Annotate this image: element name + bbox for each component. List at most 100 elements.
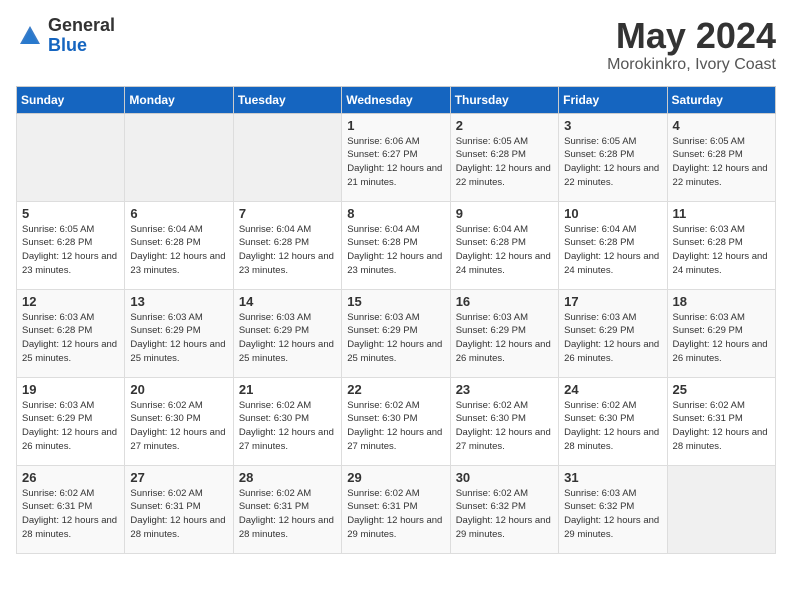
day-info: Sunrise: 6:03 AMSunset: 6:28 PMDaylight:… xyxy=(22,311,120,366)
calendar-cell: 31 Sunrise: 6:03 AMSunset: 6:32 PMDayligh… xyxy=(559,465,667,553)
day-info: Sunrise: 6:02 AMSunset: 6:32 PMDaylight:… xyxy=(456,487,554,542)
calendar-week-row: 5 Sunrise: 6:05 AMSunset: 6:28 PMDaylight… xyxy=(17,201,776,289)
calendar-cell: 16Sunrise: 6:03 AMSunset: 6:29 PMDayligh… xyxy=(450,289,558,377)
day-info: Sunrise: 6:03 AMSunset: 6:29 PMDaylight:… xyxy=(130,311,228,366)
logo-blue: Blue xyxy=(48,35,87,55)
day-info: Sunrise: 6:02 AMSunset: 6:30 PMDaylight:… xyxy=(564,399,662,454)
calendar-cell: 24 Sunrise: 6:02 AMSunset: 6:30 PMDayligh… xyxy=(559,377,667,465)
day-number: 27 xyxy=(130,470,228,485)
day-info: Sunrise: 6:03 AMSunset: 6:29 PMDaylight:… xyxy=(673,311,771,366)
calendar-week-row: 26 Sunrise: 6:02 AMSunset: 6:31 PMDayligh… xyxy=(17,465,776,553)
day-number: 2 xyxy=(456,118,554,133)
day-info: Sunrise: 6:02 AMSunset: 6:31 PMDaylight:… xyxy=(347,487,445,542)
day-number: 26 xyxy=(22,470,120,485)
calendar-cell: 17 Sunrise: 6:03 AMSunset: 6:29 PMDayligh… xyxy=(559,289,667,377)
day-number: 24 xyxy=(564,382,662,397)
day-number: 6 xyxy=(130,206,228,221)
calendar-cell: 5 Sunrise: 6:05 AMSunset: 6:28 PMDaylight… xyxy=(17,201,125,289)
calendar-week-row: 1 Sunrise: 6:06 AMSunset: 6:27 PMDaylight… xyxy=(17,113,776,201)
day-number: 19 xyxy=(22,382,120,397)
calendar-cell: 8Sunrise: 6:04 AMSunset: 6:28 PMDaylight… xyxy=(342,201,450,289)
weekday-header: Saturday xyxy=(667,86,775,113)
calendar-cell: 11Sunrise: 6:03 AMSunset: 6:28 PMDayligh… xyxy=(667,201,775,289)
calendar-cell: 2 Sunrise: 6:05 AMSunset: 6:28 PMDaylight… xyxy=(450,113,558,201)
calendar-cell: 19 Sunrise: 6:03 AMSunset: 6:29 PMDayligh… xyxy=(17,377,125,465)
logo: General Blue xyxy=(16,16,115,56)
day-number: 9 xyxy=(456,206,554,221)
calendar-cell: 29 Sunrise: 6:02 AMSunset: 6:31 PMDayligh… xyxy=(342,465,450,553)
day-info: Sunrise: 6:05 AMSunset: 6:28 PMDaylight:… xyxy=(22,223,120,278)
day-info: Sunrise: 6:04 AMSunset: 6:28 PMDaylight:… xyxy=(456,223,554,278)
day-number: 5 xyxy=(22,206,120,221)
calendar-cell: 23Sunrise: 6:02 AMSunset: 6:30 PMDayligh… xyxy=(450,377,558,465)
day-number: 4 xyxy=(673,118,771,133)
logo-general: General xyxy=(48,15,115,35)
weekday-header: Monday xyxy=(125,86,233,113)
day-info: Sunrise: 6:02 AMSunset: 6:31 PMDaylight:… xyxy=(673,399,771,454)
logo-icon xyxy=(16,22,44,50)
day-number: 10 xyxy=(564,206,662,221)
day-number: 21 xyxy=(239,382,337,397)
calendar-cell xyxy=(667,465,775,553)
calendar-cell: 9 Sunrise: 6:04 AMSunset: 6:28 PMDaylight… xyxy=(450,201,558,289)
day-number: 20 xyxy=(130,382,228,397)
calendar-cell: 18 Sunrise: 6:03 AMSunset: 6:29 PMDayligh… xyxy=(667,289,775,377)
day-info: Sunrise: 6:05 AMSunset: 6:28 PMDaylight:… xyxy=(456,135,554,190)
day-number: 18 xyxy=(673,294,771,309)
weekday-header: Wednesday xyxy=(342,86,450,113)
calendar-cell: 13 Sunrise: 6:03 AMSunset: 6:29 PMDayligh… xyxy=(125,289,233,377)
calendar-cell: 28Sunrise: 6:02 AMSunset: 6:31 PMDayligh… xyxy=(233,465,341,553)
calendar-cell: 22 Sunrise: 6:02 AMSunset: 6:30 PMDayligh… xyxy=(342,377,450,465)
calendar-cell: 30 Sunrise: 6:02 AMSunset: 6:32 PMDayligh… xyxy=(450,465,558,553)
calendar-cell: 3 Sunrise: 6:05 AMSunset: 6:28 PMDaylight… xyxy=(559,113,667,201)
calendar-cell: 25 Sunrise: 6:02 AMSunset: 6:31 PMDayligh… xyxy=(667,377,775,465)
calendar-cell: 14Sunrise: 6:03 AMSunset: 6:29 PMDayligh… xyxy=(233,289,341,377)
calendar-cell: 26 Sunrise: 6:02 AMSunset: 6:31 PMDayligh… xyxy=(17,465,125,553)
location: Morokinkro, Ivory Coast xyxy=(607,56,776,74)
weekday-header: Tuesday xyxy=(233,86,341,113)
day-number: 31 xyxy=(564,470,662,485)
month-year: May 2024 xyxy=(607,16,776,56)
day-number: 29 xyxy=(347,470,445,485)
day-number: 17 xyxy=(564,294,662,309)
weekday-header: Friday xyxy=(559,86,667,113)
day-number: 28 xyxy=(239,470,337,485)
calendar-cell xyxy=(233,113,341,201)
day-info: Sunrise: 6:03 AMSunset: 6:29 PMDaylight:… xyxy=(347,311,445,366)
day-info: Sunrise: 6:06 AMSunset: 6:27 PMDaylight:… xyxy=(347,135,445,190)
calendar-cell: 10 Sunrise: 6:04 AMSunset: 6:28 PMDayligh… xyxy=(559,201,667,289)
day-info: Sunrise: 6:02 AMSunset: 6:31 PMDaylight:… xyxy=(130,487,228,542)
day-number: 25 xyxy=(673,382,771,397)
day-number: 3 xyxy=(564,118,662,133)
calendar-cell: 21 Sunrise: 6:02 AMSunset: 6:30 PMDayligh… xyxy=(233,377,341,465)
weekday-header: Thursday xyxy=(450,86,558,113)
day-number: 22 xyxy=(347,382,445,397)
day-info: Sunrise: 6:04 AMSunset: 6:28 PMDaylight:… xyxy=(239,223,337,278)
day-info: Sunrise: 6:05 AMSunset: 6:28 PMDaylight:… xyxy=(564,135,662,190)
day-info: Sunrise: 6:02 AMSunset: 6:31 PMDaylight:… xyxy=(22,487,120,542)
day-info: Sunrise: 6:02 AMSunset: 6:30 PMDaylight:… xyxy=(347,399,445,454)
day-number: 1 xyxy=(347,118,445,133)
day-info: Sunrise: 6:03 AMSunset: 6:29 PMDaylight:… xyxy=(564,311,662,366)
day-info: Sunrise: 6:04 AMSunset: 6:28 PMDaylight:… xyxy=(130,223,228,278)
day-number: 8 xyxy=(347,206,445,221)
day-number: 7 xyxy=(239,206,337,221)
day-info: Sunrise: 6:02 AMSunset: 6:30 PMDaylight:… xyxy=(239,399,337,454)
day-info: Sunrise: 6:04 AMSunset: 6:28 PMDaylight:… xyxy=(564,223,662,278)
calendar-week-row: 12 Sunrise: 6:03 AMSunset: 6:28 PMDayligh… xyxy=(17,289,776,377)
day-number: 11 xyxy=(673,206,771,221)
day-info: Sunrise: 6:03 AMSunset: 6:32 PMDaylight:… xyxy=(564,487,662,542)
day-info: Sunrise: 6:03 AMSunset: 6:29 PMDaylight:… xyxy=(239,311,337,366)
header: General Blue May 2024 Morokinkro, Ivory … xyxy=(16,16,776,74)
day-info: Sunrise: 6:02 AMSunset: 6:30 PMDaylight:… xyxy=(130,399,228,454)
day-number: 30 xyxy=(456,470,554,485)
calendar-cell: 1 Sunrise: 6:06 AMSunset: 6:27 PMDaylight… xyxy=(342,113,450,201)
day-info: Sunrise: 6:03 AMSunset: 6:29 PMDaylight:… xyxy=(456,311,554,366)
day-number: 12 xyxy=(22,294,120,309)
calendar-cell: 15Sunrise: 6:03 AMSunset: 6:29 PMDayligh… xyxy=(342,289,450,377)
calendar-cell: 7 Sunrise: 6:04 AMSunset: 6:28 PMDaylight… xyxy=(233,201,341,289)
day-info: Sunrise: 6:02 AMSunset: 6:30 PMDaylight:… xyxy=(456,399,554,454)
day-info: Sunrise: 6:03 AMSunset: 6:29 PMDaylight:… xyxy=(22,399,120,454)
weekday-header-row: SundayMondayTuesdayWednesdayThursdayFrid… xyxy=(17,86,776,113)
day-number: 13 xyxy=(130,294,228,309)
